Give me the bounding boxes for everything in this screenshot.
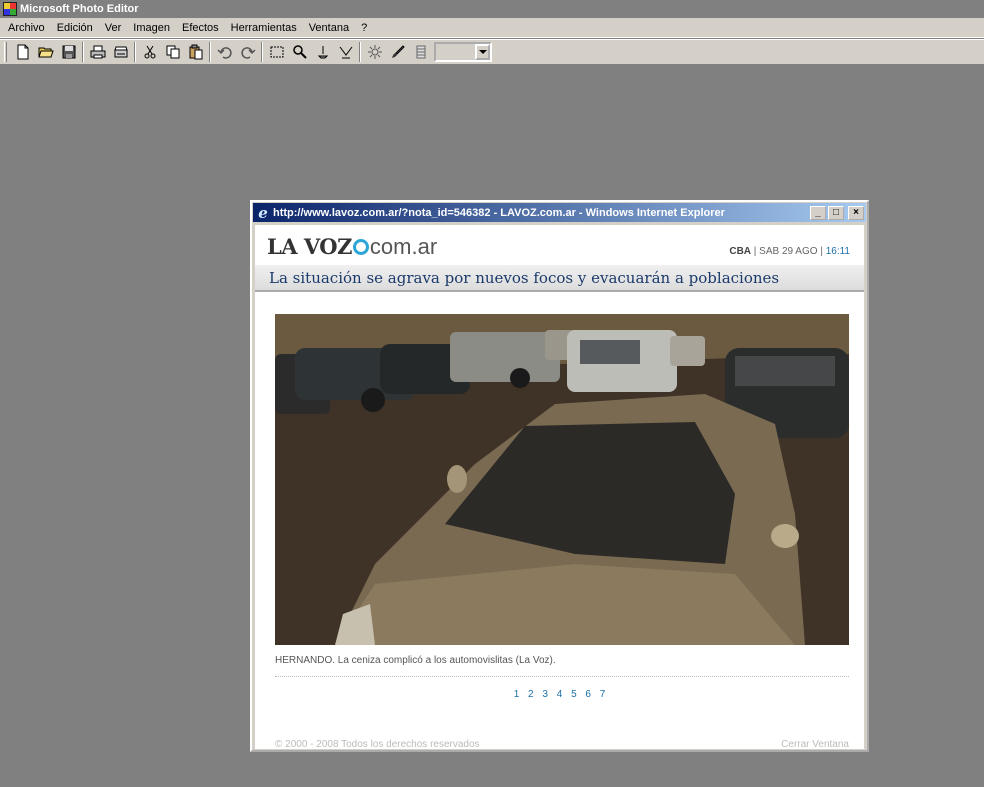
toolbar-separator	[209, 42, 211, 62]
app-title: Microsoft Photo Editor	[20, 3, 139, 15]
logo-suffix: com.ar	[369, 234, 438, 259]
eyedropper-icon	[317, 46, 328, 59]
new-button[interactable]	[11, 41, 34, 63]
toolbar-separator	[134, 42, 136, 62]
transparency-icon	[339, 46, 352, 59]
page-link-6[interactable]: 6	[585, 689, 591, 700]
menu-edicion[interactable]: Edición	[51, 22, 99, 34]
page-link-2[interactable]: 2	[528, 689, 534, 700]
dotted-divider	[275, 676, 849, 677]
print-button[interactable]	[86, 41, 109, 63]
selection-rectangle-icon	[270, 46, 283, 58]
menu-ver[interactable]: Ver	[99, 22, 128, 34]
date-label: SAB 29 AGO	[759, 246, 818, 257]
close-button[interactable]: ×	[848, 205, 864, 220]
crop-button[interactable]	[409, 41, 432, 63]
toolbar-separator	[82, 42, 84, 62]
minimize-button[interactable]: _	[810, 205, 826, 220]
chevron-down-icon[interactable]	[475, 44, 490, 60]
paste-clipboard-icon	[189, 44, 202, 60]
paste-button[interactable]	[184, 41, 207, 63]
close-window-link[interactable]: Cerrar Ventana	[781, 739, 849, 750]
zoom-combobox[interactable]	[434, 42, 492, 62]
menu-bar: Archivo Edición Ver Imagen Efectos Herra…	[0, 18, 984, 38]
redo-icon	[240, 47, 256, 59]
sun-effect-icon	[367, 45, 382, 59]
select-button[interactable]	[265, 41, 288, 63]
open-folder-icon	[37, 47, 54, 58]
ie-logo-icon: e	[258, 203, 268, 222]
page-link-4[interactable]: 4	[557, 689, 563, 700]
toolbar-grip[interactable]	[4, 42, 7, 62]
photo-caption: HERNANDO. La ceniza complicó a los autom…	[275, 655, 556, 666]
lavoz-logo[interactable]: LA VOZ com.ar	[267, 234, 437, 260]
brush-icon	[391, 45, 405, 58]
undo-icon	[216, 47, 232, 59]
page-link-5[interactable]: 5	[571, 689, 577, 700]
menu-archivo[interactable]: Archivo	[2, 22, 51, 34]
ie-window: e http://www.lavoz.com.ar/?nota_id=54638…	[250, 200, 869, 752]
menu-herramientas[interactable]: Herramientas	[225, 22, 303, 34]
effects-button[interactable]	[363, 41, 386, 63]
scanner-icon	[113, 46, 128, 58]
news-photo	[275, 314, 849, 645]
toolbar-separator	[261, 42, 263, 62]
article-headline: La situación se agrava por nuevos focos …	[269, 268, 780, 287]
page-link-7[interactable]: 7	[600, 689, 606, 700]
city-label: CBA	[729, 246, 752, 257]
page-link-3[interactable]: 3	[542, 689, 548, 700]
printer-icon	[90, 45, 105, 59]
copyright-text: © 2000 - 2008 Todos los derechos reserva…	[275, 739, 480, 750]
web-page: LA VOZ com.ar CBA | SAB 29 AGO | 16:11 La…	[255, 225, 864, 750]
ie-titlebar[interactable]: e http://www.lavoz.com.ar/?nota_id=54638…	[253, 203, 866, 222]
menu-efectos[interactable]: Efectos	[176, 22, 225, 34]
undo-button[interactable]	[213, 41, 236, 63]
logo-main: LA VOZ	[267, 234, 352, 259]
save-button[interactable]	[57, 41, 80, 63]
open-button[interactable]	[34, 41, 57, 63]
toolbar-separator	[359, 42, 361, 62]
filter-icon	[416, 45, 425, 59]
new-file-icon	[17, 44, 28, 60]
photo-image	[275, 314, 849, 645]
save-disk-icon	[62, 45, 75, 59]
menu-imagen[interactable]: Imagen	[127, 22, 176, 34]
menu-ventana[interactable]: Ventana	[303, 22, 355, 34]
magnifier-icon	[292, 45, 307, 59]
date-line: CBA | SAB 29 AGO | 16:11	[729, 246, 850, 257]
maximize-button[interactable]: □	[828, 205, 844, 220]
page-link-1[interactable]: 1	[514, 689, 520, 700]
scan-button[interactable]	[109, 41, 132, 63]
photo-pager: 1 2 3 4 5 6 7	[255, 689, 864, 700]
ie-window-title: http://www.lavoz.com.ar/?nota_id=546382 …	[273, 206, 725, 219]
transparency-button[interactable]	[334, 41, 357, 63]
retouch-button[interactable]	[386, 41, 409, 63]
copy-button[interactable]	[161, 41, 184, 63]
headline-bar: La situación se agrava por nuevos focos …	[255, 265, 864, 292]
redo-button[interactable]	[236, 41, 259, 63]
logo-ring-icon	[352, 239, 369, 255]
scissors-icon	[144, 45, 155, 59]
site-header: LA VOZ com.ar CBA | SAB 29 AGO | 16:11	[255, 225, 864, 265]
photo-editor-icon	[3, 2, 17, 16]
time-label: 16:11	[825, 246, 850, 257]
cut-button[interactable]	[138, 41, 161, 63]
zoom-tool-button[interactable]	[288, 41, 311, 63]
menu-help[interactable]: ?	[355, 22, 373, 34]
eyedropper-button[interactable]	[311, 41, 334, 63]
copy-icon	[166, 45, 179, 59]
app-titlebar: Microsoft Photo Editor	[0, 0, 984, 18]
toolbar	[0, 39, 984, 65]
